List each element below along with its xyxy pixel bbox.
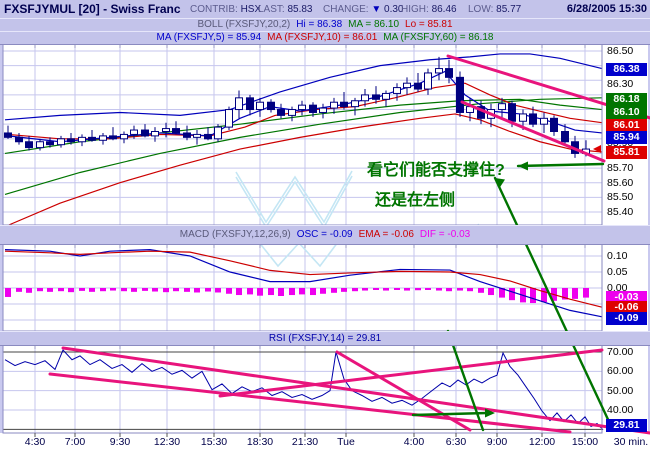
y-axis-label: 85.70 — [607, 162, 649, 175]
annotation-text-cn-2: 还是在左侧 — [375, 186, 455, 210]
y-axis-badge: 85.94 — [606, 131, 647, 144]
time-axis-label: 18:30 — [247, 436, 273, 448]
title-bar: FXSFJYMUL [20] - Swiss Franc CONTRIB: HS… — [0, 0, 650, 19]
low-field: LOW: 85.77 — [468, 4, 521, 15]
down-arrow-icon: ▼ — [371, 4, 381, 15]
high-field: HIGH: 86.46 — [401, 4, 457, 15]
indicator-value: OSC = -0.09 — [297, 229, 353, 240]
indicator-name: MACD (FXSFJY,12,26,9) — [180, 229, 291, 240]
ma-header-strip: MA (FXSFJY,5) = 85.94 MA (FXSFJY,10) = 86… — [0, 31, 650, 45]
indicator-value: MA (FXSFJY,60) = 86.18 — [383, 32, 493, 43]
time-axis-label: 12:30 — [154, 436, 180, 448]
indicator-value: MA (FXSFJY,10) = 86.01 — [267, 32, 377, 43]
contrib-label: CONTRIB: — [190, 4, 238, 15]
last-field: LAST: 85.83 — [258, 4, 313, 15]
y-axis-label: 0.05 — [607, 266, 649, 279]
time-axis-label: 4:00 — [404, 436, 424, 448]
indicator-value: EMA = -0.06 — [359, 229, 414, 240]
y-axis-label: 85.50 — [607, 191, 649, 204]
time-axis-label: 9:30 — [110, 436, 130, 448]
y-axis-label: 60.00 — [607, 365, 649, 378]
y-axis-badge: 86.18 — [606, 93, 647, 106]
y-axis-badge: 86.10 — [606, 106, 647, 119]
low-value: 85.77 — [496, 4, 521, 15]
y-axis-label: 86.30 — [607, 78, 649, 91]
bollinger-header-strip: BOLL (FXSFJY,20,2) Hi = 86.38 MA = 86.10 Lo… — [0, 18, 650, 32]
datetime-stamp: 6/28/2005 15:30 — [567, 3, 647, 15]
symbol-title: FXSFJYMUL [20] - Swiss Franc — [4, 2, 181, 16]
time-axis-label: 6:30 — [446, 436, 466, 448]
low-label: LOW: — [468, 4, 493, 15]
time-axis-label: 15:00 — [572, 436, 598, 448]
contrib-field: CONTRIB: HSX — [190, 4, 261, 15]
chart-application: { "header": { "symbol": "FXSFJYMUL [20] … — [0, 0, 650, 450]
change-label: CHANGE: — [323, 4, 369, 15]
indicator-value: Hi = 86.38 — [296, 19, 342, 30]
annotation-text-cn-1: 看它们能否支撑住? — [367, 156, 505, 180]
high-label: HIGH: — [401, 4, 429, 15]
indicator-name: RSI (FXSFJY,14) = 29.81 — [269, 333, 381, 344]
indicator-value: Lo = 85.81 — [405, 19, 453, 30]
time-axis-label: 15:30 — [201, 436, 227, 448]
time-axis-label: 12:00 — [529, 436, 555, 448]
time-axis-label: 30 min. — [614, 436, 648, 448]
time-axis-label: Tue — [337, 436, 355, 448]
indicator-value: MA = 86.10 — [348, 19, 399, 30]
y-axis-label: 85.60 — [607, 177, 649, 190]
watermark-sponsor-text: Charts sponsored by: — [243, 158, 348, 170]
time-axis-label: 21:30 — [292, 436, 318, 448]
y-axis-badge: -0.09 — [606, 312, 647, 325]
rsi-header-strip: RSI (FXSFJY,14) = 29.81 — [0, 331, 650, 346]
y-axis-label: 70.00 — [607, 346, 649, 359]
indicator-value: DIF = -0.03 — [420, 229, 470, 240]
y-axis-label: 85.40 — [607, 206, 649, 219]
macd-header-strip: MACD (FXSFJY,12,26,9) OSC = -0.09 EMA = -0… — [0, 225, 650, 245]
y-axis-badge: 86.38 — [606, 63, 647, 76]
y-axis-badge: 29.81 — [606, 419, 647, 432]
last-value: 85.83 — [287, 4, 312, 15]
change-field: CHANGE: ▼ 0.30 — [323, 4, 404, 15]
watermark-man-financial: Man Financial — [210, 270, 404, 301]
y-axis-label: 0.10 — [607, 250, 649, 263]
time-axis-label: 4:30 — [25, 436, 45, 448]
indicator-name: BOLL (FXSFJY,20,2) — [197, 19, 290, 30]
y-axis-label: 40.00 — [607, 404, 649, 417]
last-label: LAST: — [258, 4, 285, 15]
time-axis-label: 7:00 — [65, 436, 85, 448]
y-axis-label: 50.00 — [607, 385, 649, 398]
high-value: 86.46 — [432, 4, 457, 15]
y-axis-label: 86.50 — [607, 45, 649, 58]
time-axis-label: 9:00 — [487, 436, 507, 448]
indicator-value: MA (FXSFJY,5) = 85.94 — [157, 32, 262, 43]
y-axis-badge: 85.81 — [606, 146, 647, 159]
